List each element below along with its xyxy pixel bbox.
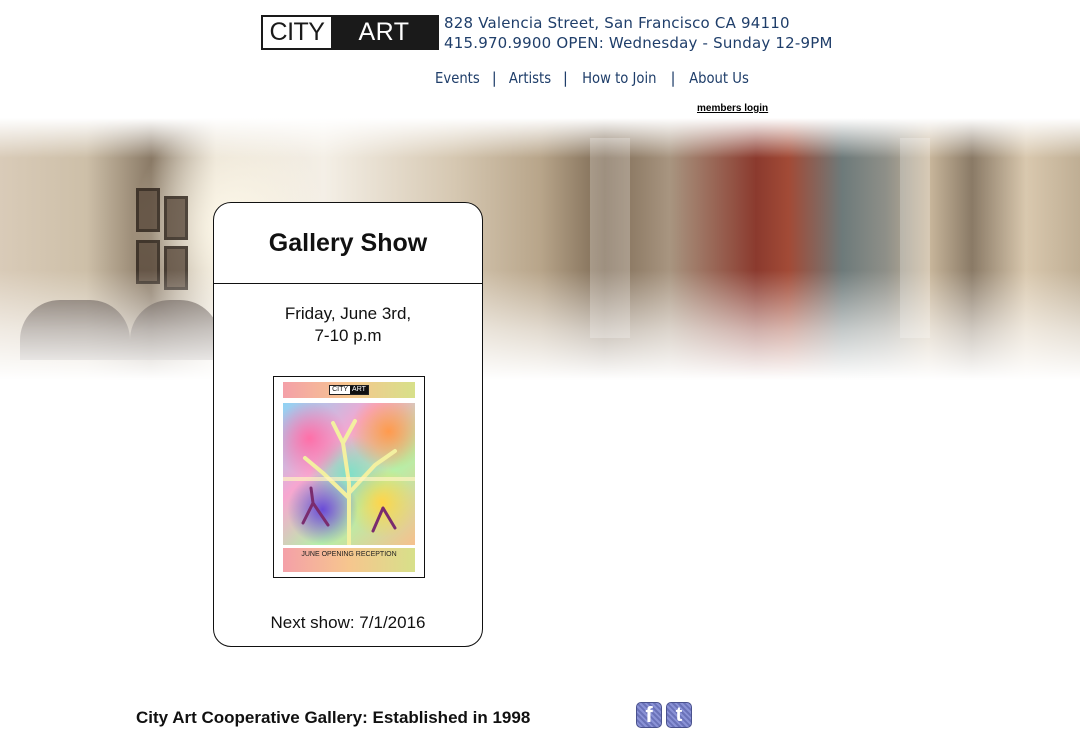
nav-item-how-to-join[interactable]: How to Join [576,69,663,87]
banner-artwork-frame [136,188,160,232]
poster-caption: JUNE OPENING RECEPTION [283,548,415,572]
poster-artwork [283,403,415,547]
twitter-icon[interactable]: t [666,702,692,728]
card-title: Gallery Show [214,203,482,284]
nav-separator: | [562,69,568,87]
banner-fade-top [0,118,1080,158]
poster-logo-art: ART [350,386,368,394]
logo-art-text: ART [331,17,437,48]
hours-line: 415.970.9900 OPEN: Wednesday - Sunday 12… [444,34,833,52]
poster-logo: CITY ART [329,385,369,395]
nav-item-artists[interactable]: Artists [503,69,558,87]
banner-artwork-frame [164,196,188,240]
event-date: Friday, June 3rd, 7-10 p.m [214,303,482,347]
poster-tree-artwork [283,419,415,547]
banner-fade-bottom [0,270,1080,380]
members-login-link[interactable]: members login [697,103,768,114]
main-nav: Events | Artists | How to Join | About U… [425,69,760,87]
logo-city-text: CITY [269,18,325,46]
poster-logo-city: CITY [330,386,351,394]
contact-info: 828 Valencia Street, San Francisco CA 94… [444,13,833,53]
event-date-time: 7-10 p.m [314,326,382,345]
page: CITY ART 828 Valencia Street, San Franci… [0,0,1080,746]
gallery-show-card: Gallery Show Friday, June 3rd, 7-10 p.m … [213,202,483,647]
nav-separator: | [491,69,497,87]
footer-tagline: City Art Cooperative Gallery: Establishe… [136,708,531,727]
event-poster-image[interactable]: CITY ART JUNE OPENING RECEPTION [273,376,425,578]
address-line: 828 Valencia Street, San Francisco CA 94… [444,14,790,32]
city-art-logo[interactable]: CITY ART [261,15,439,50]
next-show-text: Next show: 7/1/2016 [270,613,426,632]
gallery-banner-image [0,118,1080,380]
nav-item-events[interactable]: Events [429,69,486,87]
event-date-day: Friday, June 3rd, [284,304,412,323]
poster-header: CITY ART [283,382,415,398]
nav-item-about-us[interactable]: About Us [683,69,755,87]
nav-separator: | [670,69,676,87]
facebook-icon[interactable]: f [636,702,662,728]
